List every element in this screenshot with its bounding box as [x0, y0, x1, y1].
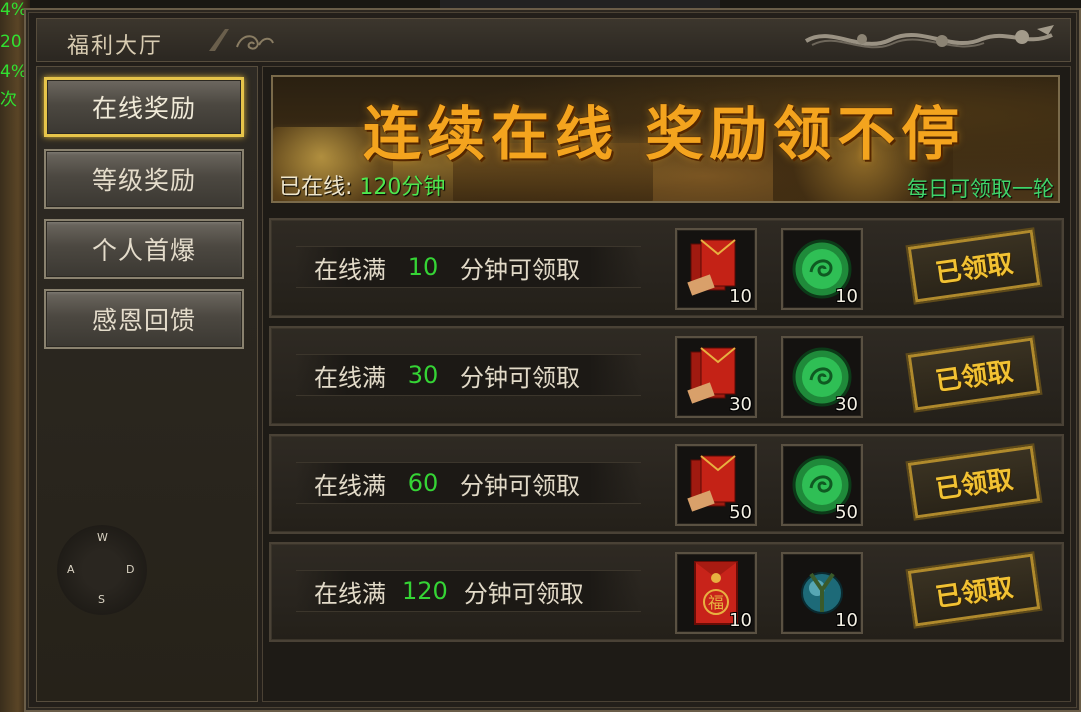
sidebar-item-gratitude[interactable]: 感恩回馈: [44, 289, 244, 349]
reward-requirement: 在线满 60 分钟可领取: [296, 462, 641, 504]
reward-item-slot[interactable]: 10: [675, 228, 757, 310]
online-time-label: 已在线:: [279, 175, 353, 200]
item-count: 30: [729, 394, 752, 415]
reward-panel: 连续在线 奖励领不停 已在线: 120分钟 每日可领取一轮 在线满 10 分钟可…: [262, 66, 1071, 702]
requirement-prefix: 在线满: [314, 363, 386, 392]
reward-item-slot[interactable]: 30: [781, 336, 863, 418]
compass-north-key: W: [97, 531, 108, 544]
reward-row: 在线满 10 分钟可领取 10 10 已领取: [269, 218, 1064, 318]
requirement-minutes: 60: [407, 469, 439, 497]
dragon-ornament-icon: [804, 25, 1054, 49]
hud-stat: 4%: [0, 0, 27, 20]
requirement-suffix: 分钟可领取: [460, 471, 580, 500]
online-time-value: 120分钟: [359, 175, 446, 200]
item-count: 30: [835, 394, 858, 415]
sidebar: 在线奖励 等级奖励 个人首爆 感恩回馈 W A D S: [36, 66, 258, 702]
reward-row: 在线满 60 分钟可领取 50 50 已领取: [269, 434, 1064, 534]
requirement-suffix: 分钟可领取: [463, 579, 584, 608]
item-count: 50: [729, 502, 752, 523]
item-count: 10: [835, 286, 858, 307]
sidebar-item-level-reward[interactable]: 等级奖励: [44, 149, 244, 209]
sidebar-item-first-drop[interactable]: 个人首爆: [44, 219, 244, 279]
banner-title: 连续在线 奖励领不停: [363, 100, 966, 168]
claimed-button[interactable]: 已领取: [905, 226, 1043, 306]
svg-text:福: 福: [708, 593, 724, 612]
sidebar-item-online-reward[interactable]: 在线奖励: [44, 77, 244, 137]
online-time: 已在线: 120分钟: [279, 169, 445, 201]
compass-east-key: D: [126, 563, 135, 576]
claimed-button[interactable]: 已领取: [905, 442, 1043, 522]
item-count: 10: [729, 610, 752, 631]
welfare-hall-window: 福利大厅 在线奖励 等级奖励 个人首爆 感恩回馈 W A D S 连续在线 奖励…: [24, 8, 1081, 712]
requirement-minutes: 120: [402, 577, 448, 605]
item-count: 10: [835, 610, 858, 631]
reward-item-slot[interactable]: 10: [781, 552, 863, 634]
requirement-prefix: 在线满: [314, 579, 386, 608]
online-reward-banner: 连续在线 奖励领不停 已在线: 120分钟 每日可领取一轮: [271, 75, 1060, 203]
requirement-suffix: 分钟可领取: [460, 363, 580, 392]
hud-stat: 4%: [0, 62, 27, 82]
title-flourish-icon: [209, 29, 274, 51]
reward-requirement: 在线满 120 分钟可领取: [296, 570, 641, 612]
requirement-suffix: 分钟可领取: [460, 255, 580, 284]
reward-requirement: 在线满 30 分钟可领取: [296, 354, 641, 396]
item-count: 50: [835, 502, 858, 523]
hud-stat: 20: [0, 32, 22, 52]
requirement-minutes: 10: [407, 253, 439, 281]
requirement-minutes: 30: [407, 361, 439, 389]
movement-compass: W A D S: [57, 525, 147, 615]
reward-requirement: 在线满 10 分钟可领取: [296, 246, 641, 288]
reward-row: 在线满 120 分钟可领取 福 10 10 已领取: [269, 542, 1064, 642]
claimed-button[interactable]: 已领取: [905, 550, 1043, 630]
reward-item-slot[interactable]: 50: [675, 444, 757, 526]
reward-item-slot[interactable]: 10: [781, 228, 863, 310]
requirement-prefix: 在线满: [314, 255, 386, 284]
compass-south-key: S: [98, 593, 105, 606]
title-bar[interactable]: 福利大厅: [36, 18, 1071, 62]
daily-claim-note: 每日可领取一轮: [907, 177, 1054, 201]
requirement-prefix: 在线满: [314, 471, 386, 500]
hud-stat: 次: [0, 90, 17, 110]
reward-item-slot[interactable]: 福 10: [675, 552, 757, 634]
reward-item-slot[interactable]: 30: [675, 336, 757, 418]
window-title: 福利大厅: [67, 34, 164, 59]
claimed-button[interactable]: 已领取: [905, 334, 1043, 414]
compass-west-key: A: [67, 563, 75, 576]
reward-row: 在线满 30 分钟可领取 30 30 已领取: [269, 326, 1064, 426]
game-top-strip: [440, 0, 720, 8]
item-count: 10: [729, 286, 752, 307]
reward-item-slot[interactable]: 50: [781, 444, 863, 526]
